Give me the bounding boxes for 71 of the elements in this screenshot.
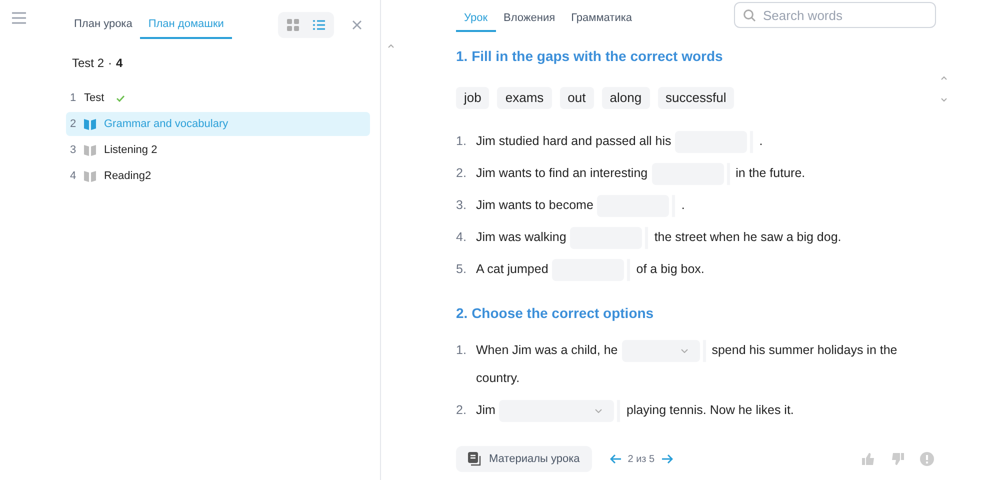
dropdown-field[interactable] [622, 340, 700, 362]
lesson-item[interactable]: 1 Test [66, 86, 370, 110]
lesson-item[interactable]: 3 Listening 2 [66, 138, 370, 162]
item-title: Grammar and vocabulary [104, 116, 228, 132]
thumbs-down-icon[interactable] [891, 453, 904, 465]
item-number: 2. [456, 165, 468, 182]
item-number: 3. [456, 197, 468, 214]
sentence-text: . [681, 198, 685, 212]
item-number: 4 [70, 168, 76, 184]
item-title: Reading2 [104, 168, 152, 184]
item-number: 5. [456, 261, 468, 278]
arrow-right-icon[interactable] [660, 454, 673, 464]
sentence-text: country. [476, 370, 520, 387]
document-icon [468, 452, 481, 466]
word-chip[interactable]: out [560, 87, 594, 109]
sentence-text: the street when he saw a big dog. [654, 230, 842, 244]
word-chip[interactable]: exams [497, 87, 552, 109]
item-number: 2 [70, 116, 76, 132]
thumbs-up-icon[interactable] [862, 453, 875, 465]
list-icon [313, 20, 325, 30]
sentence-text: Jim [476, 403, 496, 417]
sentence-text: Jim wants to find an interesting [476, 166, 648, 180]
content-tab[interactable]: Вложения [496, 6, 564, 32]
search-field[interactable]: Search words [734, 2, 936, 28]
item-title: Listening 2 [104, 142, 158, 158]
dropdown-field[interactable] [499, 400, 614, 422]
lesson-item[interactable]: 4 Reading2 [66, 164, 370, 188]
lesson-title: Test 2 [72, 55, 104, 72]
item-number: 1. [456, 133, 468, 150]
scroll-down-icon[interactable] [941, 98, 947, 102]
search-icon [743, 9, 756, 22]
lesson-count: 4 [116, 55, 123, 72]
lesson-item[interactable]: 2 Grammar and vocabulary [66, 112, 370, 136]
word-chip[interactable]: along [602, 87, 650, 109]
menu-icon[interactable] [12, 12, 26, 24]
sentence-text: When Jim was a child, he [476, 343, 618, 357]
sentence-text: in the future. [736, 166, 806, 180]
book-icon [84, 170, 96, 182]
sentence-text: spend his summer holidays in the [712, 343, 898, 357]
item-number: 4. [456, 229, 468, 246]
sentence-text: of a big box. [636, 262, 704, 276]
item-number: 1 [70, 90, 76, 106]
sidebar-tab[interactable]: План урока [66, 11, 140, 39]
book-icon [84, 144, 96, 156]
exercise-title: 2. Choose the correct options [456, 304, 655, 323]
sentence-text: Jim was walking [476, 230, 566, 244]
close-icon[interactable] [352, 20, 362, 30]
arrow-left-icon[interactable] [610, 454, 622, 464]
scroll-up-icon[interactable] [388, 44, 394, 48]
word-chip[interactable]: job [456, 87, 490, 109]
sentence-text: Jim wants to become [476, 198, 594, 212]
materials-button[interactable]: Материалы урока [456, 446, 592, 472]
content-tab[interactable]: Грамматика [563, 6, 640, 32]
sentence-text: . [759, 134, 763, 148]
exercise-title: 1. Fill in the gaps with the correct words [456, 47, 724, 66]
book-icon [84, 118, 96, 130]
grid-icon [287, 19, 299, 31]
separator-dot: · [108, 55, 112, 72]
chevron-down-icon [595, 408, 602, 413]
item-title: Test [84, 90, 104, 106]
sentence-text: playing tennis. Now he likes it. [626, 403, 794, 417]
sentence-text: A cat jumped [476, 262, 548, 276]
page-counter: 2 из 5 [628, 452, 655, 466]
sentence-text: Jim studied hard and passed all his [476, 134, 672, 148]
item-number: 3 [70, 142, 76, 158]
alert-icon[interactable] [920, 452, 934, 466]
scroll-up-icon[interactable] [941, 76, 947, 80]
word-chip[interactable]: successful [658, 87, 734, 109]
item-number: 1. [456, 342, 468, 359]
item-number: 2. [456, 402, 468, 419]
chevron-down-icon [680, 348, 688, 353]
